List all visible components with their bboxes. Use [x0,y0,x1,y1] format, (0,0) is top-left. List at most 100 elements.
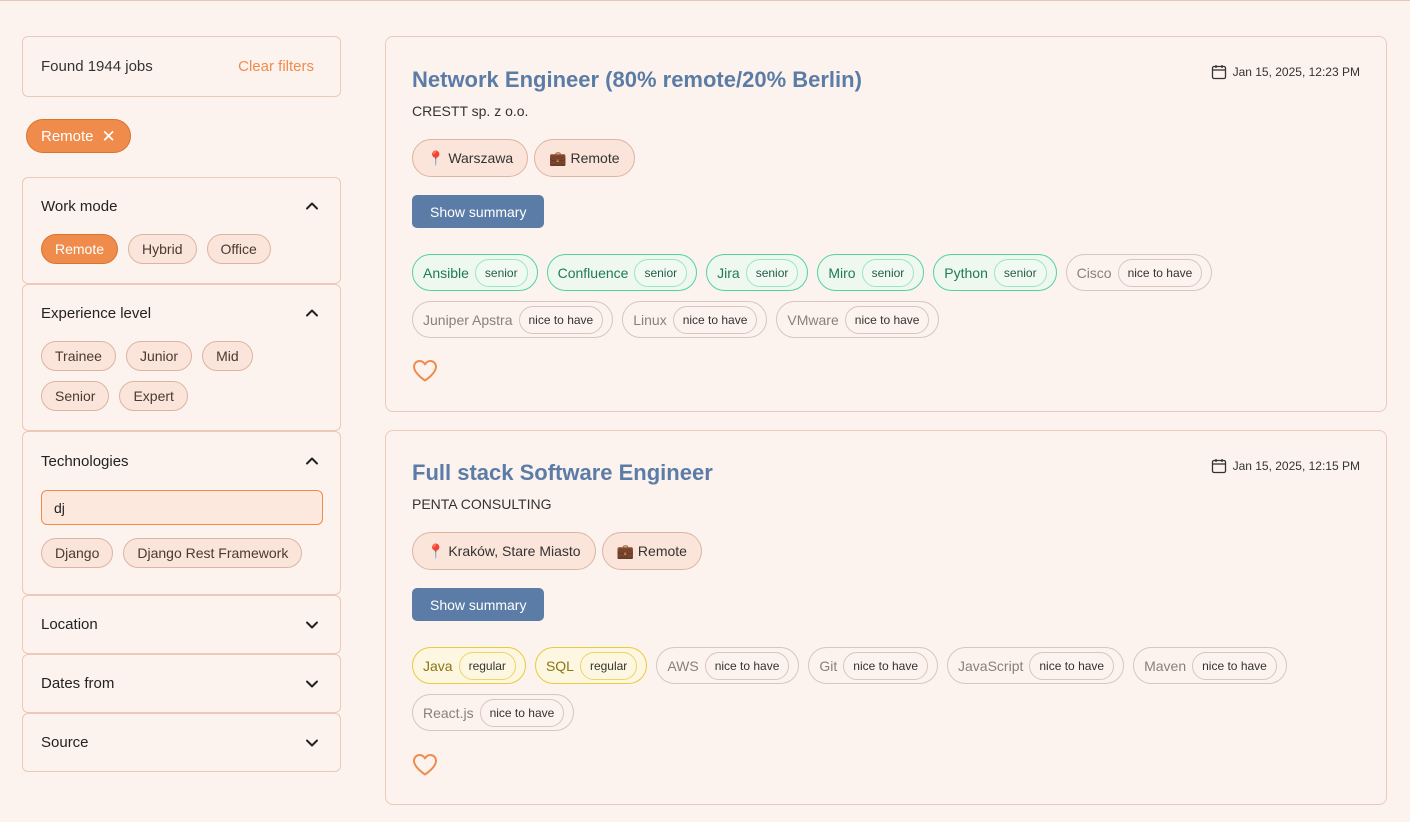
active-filters: Remote ✕ [22,97,341,154]
skill-name: Ansible [423,264,469,281]
filters-sidebar: Found 1944 jobs Clear filters Remote ✕ W… [22,36,341,772]
chip-expert[interactable]: Expert [119,381,188,411]
location-header[interactable]: Location [23,596,340,653]
found-count: Found 1944 jobs [41,58,153,75]
chip-trainee[interactable]: Trainee [41,341,116,371]
work-mode-section: Work mode Remote Hybrid Office [22,177,341,284]
technologies-header[interactable]: Technologies [23,432,340,490]
location-pill: 📍 Kraków, Stare Miasto [412,532,596,570]
section-title: Dates from [41,675,115,692]
chevron-up-icon[interactable] [304,453,320,469]
posted-date-text: Jan 15, 2025, 12:23 PM [1232,65,1360,79]
active-filter-label: Remote [41,127,94,145]
skill-name: JavaScript [958,657,1024,674]
calendar-icon [1211,64,1227,80]
skill-tag: Juniper Apstra nice to have [412,301,614,338]
section-title: Experience level [41,304,152,322]
chevron-down-icon[interactable] [304,617,320,633]
dates-from-header[interactable]: Dates from [23,655,340,712]
skill-tag: Linux nice to have [622,301,768,338]
skill-tag: Miro senior [817,254,925,291]
work-mode-pill: 💼 Remote [601,532,702,570]
skill-level: nice to have [1029,651,1115,680]
skill-level: nice to have [518,305,604,334]
skill-name: VMware [787,311,839,328]
posted-date: Jan 15, 2025, 12:15 PM [1211,458,1360,474]
chip-django-rest-framework[interactable]: Django Rest Framework [123,538,303,568]
skill-name: Java [423,657,453,674]
skill-tag: React.js nice to have [412,694,575,731]
technology-search-input[interactable] [41,490,323,525]
skill-level: senior [993,258,1047,287]
chip-hybrid[interactable]: Hybrid [128,234,197,264]
skill-name: Jira [717,264,740,281]
skill-level: nice to have [1117,258,1203,287]
skill-name: SQL [545,657,574,674]
skill-level: nice to have [1192,651,1277,680]
skill-tag: Cisco nice to have [1065,254,1213,291]
experience-section: Experience level Trainee Junior Mid Seni… [22,284,341,431]
section-title: Location [41,616,98,633]
chevron-up-icon[interactable] [304,305,320,321]
chip-django[interactable]: Django [41,538,114,568]
chip-junior[interactable]: Junior [125,341,193,371]
skill-tag: AWS nice to have [656,647,800,684]
chevron-up-icon[interactable] [304,198,320,214]
chip-office[interactable]: Office [206,234,271,264]
skills-list: Ansible senior Confluence senior Jira senio… [412,254,1360,338]
skill-tag: Java regular [412,647,526,684]
skill-tag: Maven nice to have [1133,647,1287,684]
favorite-heart-icon[interactable] [412,359,438,383]
skill-tag: Confluence senior [546,254,698,291]
section-title: Technologies [41,452,129,470]
skill-tag: SQL regular [534,647,648,684]
skill-tag: Ansible senior [412,254,538,291]
skill-level: senior [745,258,799,287]
skill-name: Cisco [1076,264,1112,281]
posted-date-text: Jan 15, 2025, 12:15 PM [1232,459,1360,473]
skill-level: regular [458,651,516,680]
clear-filters-link[interactable]: Clear filters [238,58,314,75]
skill-level: senior [861,258,915,287]
close-icon[interactable]: ✕ [102,128,116,145]
section-title: Work mode [41,197,118,215]
calendar-icon [1211,458,1227,474]
posted-date: Jan 15, 2025, 12:23 PM [1211,64,1360,80]
dates-from-section: Dates from [22,654,341,713]
skill-name: Python [944,264,988,281]
skill-tag: Git nice to have [808,647,939,684]
chevron-down-icon[interactable] [304,735,320,751]
skill-level: nice to have [479,698,565,727]
job-meta: 📍 Warszawa 💼 Remote [412,139,1360,177]
section-title: Source [41,734,89,751]
skill-level: nice to have [672,305,758,334]
chevron-down-icon[interactable] [304,676,320,692]
chip-senior[interactable]: Senior [41,381,110,411]
technology-options: Django Django Rest Framework [23,538,340,568]
work-mode-header[interactable]: Work mode [23,178,340,234]
show-summary-button[interactable]: Show summary [412,195,545,228]
company-name: PENTA CONSULTING [412,496,552,512]
skill-name: React.js [423,704,474,721]
chip-remote[interactable]: Remote [41,234,119,264]
favorite-heart-icon[interactable] [412,753,438,777]
work-mode-pill: 💼 Remote [534,139,635,177]
location-section: Location [22,595,341,654]
job-meta: 📍 Kraków, Stare Miasto 💼 Remote [412,532,1360,570]
skill-name: Linux [633,311,667,328]
skill-name: Miro [828,264,856,281]
skills-list: Java regular SQL regular AWS nice to have G… [412,647,1360,731]
active-filter-remote[interactable]: Remote ✕ [26,119,131,153]
show-summary-button[interactable]: Show summary [412,588,545,621]
source-header[interactable]: Source [23,714,340,771]
skill-level: senior [474,258,528,287]
skill-level: nice to have [704,651,790,680]
technologies-section: Technologies Django Django Rest Framewor… [22,431,341,595]
skill-name: Confluence [557,264,629,281]
experience-header[interactable]: Experience level [23,285,340,341]
skill-name: Git [819,657,838,674]
job-card: Jan 15, 2025, 12:15 PM Full stack Softwa… [385,430,1387,805]
skill-level: senior [634,258,688,287]
chip-mid[interactable]: Mid [202,341,253,371]
company-name: CRESTT sp. z o.o. [412,103,529,119]
